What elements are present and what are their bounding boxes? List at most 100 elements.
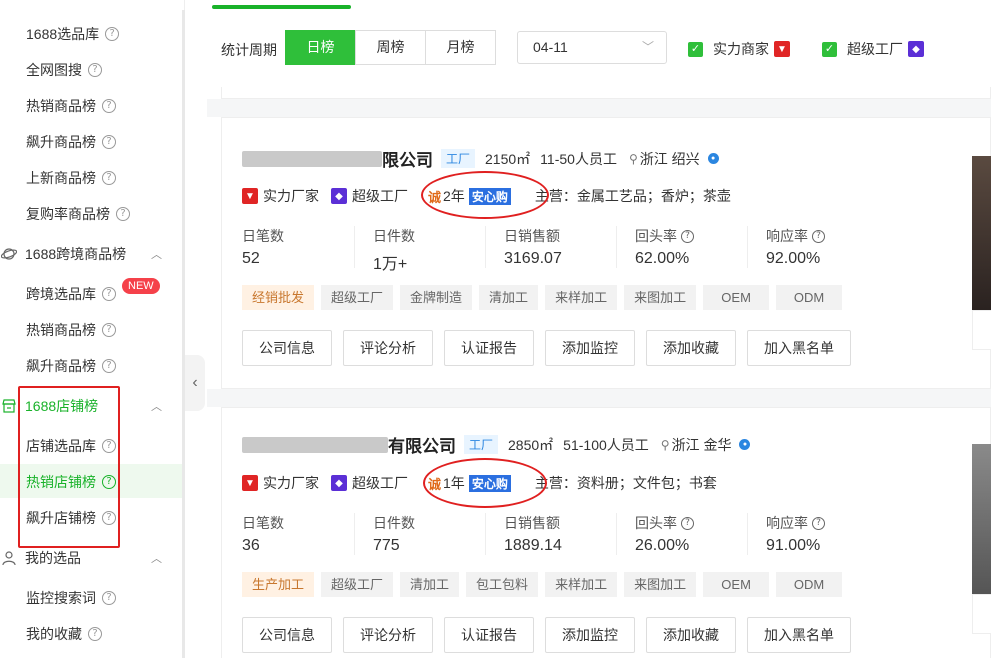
service-tag: 来样加工 — [545, 572, 618, 597]
service-tag: ODM — [776, 285, 843, 310]
stat-value: 1万+ — [373, 256, 408, 273]
sidebar-group-cross-border[interactable]: 1688跨境商品榜 ︿ — [0, 244, 180, 264]
sidebar-item-hot-products[interactable]: 热销商品榜? — [26, 96, 116, 116]
stat-label: 日笔数 — [242, 228, 284, 244]
help-icon[interactable]: ? — [102, 359, 116, 373]
action-row: 公司信息 评论分析 认证报告 添加监控 添加收藏 加入黑名单 — [242, 330, 862, 366]
stat-daily-items: 日件数 775 — [373, 513, 486, 555]
add-favorite-button[interactable]: 添加收藏 — [646, 330, 736, 366]
help-icon[interactable]: ? — [812, 516, 825, 530]
strong-merchant-checkbox[interactable]: ✓ 实力商家 ▼ — [688, 39, 790, 59]
help-icon[interactable]: ? — [681, 229, 694, 243]
add-blacklist-button[interactable]: 加入黑名单 — [747, 330, 851, 366]
service-tag: 包工包料 — [466, 572, 539, 597]
super-factory-badge: 超级工厂 — [352, 475, 408, 491]
help-icon[interactable]: ? — [812, 229, 825, 243]
sidebar-item-label: 监控搜索词 — [26, 590, 96, 606]
strong-merchant-badge: 实力厂家 — [263, 188, 319, 204]
product-thumbnail[interactable] — [972, 156, 991, 310]
help-icon[interactable]: ? — [116, 207, 130, 221]
add-monitor-button[interactable]: 添加监控 — [545, 617, 635, 653]
stat-value: 91.00% — [766, 537, 821, 554]
sidebar-item-cross-hot[interactable]: 热销商品榜? — [26, 320, 116, 340]
period-monthly-button[interactable]: 月榜 — [425, 30, 496, 65]
period-weekly-button[interactable]: 周榜 — [355, 30, 426, 65]
service-tag: 经销批发 — [242, 285, 315, 310]
help-icon[interactable]: ? — [88, 63, 102, 77]
stats-row: 日笔数 36 日件数 775 日销售额 1889.14 回头率? 26.00% 响应率?… — [242, 513, 897, 555]
stat-response-rate: 响应率? 91.00% — [766, 513, 879, 555]
sidebar-item-repurchase-products[interactable]: 复购率商品榜? — [26, 204, 130, 224]
strong-merchant-icon: ▼ — [242, 188, 258, 204]
review-analysis-button[interactable]: 评论分析 — [343, 617, 433, 653]
section-gap — [207, 389, 991, 407]
certification-report-button[interactable]: 认证报告 — [444, 617, 534, 653]
sidebar-item-new-products[interactable]: 上新商品榜? — [26, 168, 116, 188]
sidebar-group-label: 我的选品 — [25, 550, 81, 566]
sidebar-item-my-favorites[interactable]: 我的收藏? — [26, 624, 102, 644]
sidebar-item-label: 上新商品榜 — [26, 170, 96, 186]
help-icon[interactable]: ? — [102, 99, 116, 113]
add-blacklist-button[interactable]: 加入黑名单 — [747, 617, 851, 653]
help-icon[interactable]: ? — [88, 627, 102, 641]
service-tag: 清加工 — [400, 572, 460, 597]
help-icon[interactable]: ? — [102, 171, 116, 185]
help-icon[interactable]: ? — [102, 591, 116, 605]
review-analysis-button[interactable]: 评论分析 — [343, 330, 433, 366]
store-icon — [2, 399, 16, 413]
sidebar-item-label: 飙升商品榜 — [26, 358, 96, 374]
super-factory-icon: ◆ — [331, 475, 347, 491]
help-icon[interactable]: ? — [102, 323, 116, 337]
sidebar-item-image-search[interactable]: 全网图搜? — [26, 60, 102, 80]
sidebar-group-my-selection[interactable]: 我的选品 ︿ — [0, 548, 180, 568]
super-factory-checkbox[interactable]: ✓ 超级工厂 ◆ — [822, 39, 924, 59]
sidebar-item-cross-rising[interactable]: 飙升商品榜? — [26, 356, 116, 376]
super-factory-badge: 超级工厂 — [352, 188, 408, 204]
sidebar-scrollbar[interactable] — [182, 10, 185, 658]
sidebar-item-cross-library[interactable]: 跨境选品库? — [26, 284, 116, 304]
stat-value: 26.00% — [635, 537, 690, 554]
service-tag: 来图加工 — [624, 572, 697, 597]
period-daily-button[interactable]: 日榜 — [285, 30, 356, 65]
date-value: 04-11 — [533, 39, 568, 55]
stat-response-rate: 响应率? 92.00% — [766, 226, 879, 268]
strong-merchant-icon: ▼ — [774, 41, 790, 57]
active-tab-indicator — [212, 5, 351, 9]
collapse-sidebar-button[interactable]: ‹ — [185, 355, 205, 411]
sidebar-item-1688-library[interactable]: 1688选品库? — [26, 24, 120, 44]
help-icon[interactable]: ? — [105, 27, 120, 41]
shop-title-row: 有限公司 工厂 2850㎡ 51-100人员工 ⚲ 浙江 金华 ● — [242, 432, 751, 457]
chat-icon[interactable]: ● — [739, 439, 751, 450]
company-name[interactable]: 有限公司 — [388, 432, 456, 457]
add-favorite-button[interactable]: 添加收藏 — [646, 617, 736, 653]
filter-divider — [221, 87, 991, 99]
help-icon[interactable]: ? — [102, 135, 116, 149]
help-icon[interactable]: ? — [102, 287, 116, 301]
service-tag: 清加工 — [479, 285, 539, 310]
stat-value: 775 — [373, 537, 400, 554]
certification-report-button[interactable]: 认证报告 — [444, 330, 534, 366]
company-name[interactable]: 限公司 — [382, 146, 433, 171]
sidebar-item-label: 全网图搜 — [26, 62, 82, 78]
product-thumbnail[interactable] — [972, 444, 991, 594]
company-info-button[interactable]: 公司信息 — [242, 330, 332, 366]
new-badge: NEW — [122, 278, 160, 294]
stat-label: 回头率 — [635, 515, 677, 531]
stat-label: 日笔数 — [242, 515, 284, 531]
chat-icon[interactable]: ● — [707, 153, 719, 164]
stat-label: 日销售额 — [504, 515, 560, 531]
sidebar: 1688选品库? 全网图搜? 热销商品榜? 飙升商品榜? 上新商品榜? 复购率商… — [0, 0, 185, 658]
date-select[interactable]: 04-11 ﹀ — [517, 31, 667, 64]
help-icon[interactable]: ? — [681, 516, 694, 530]
annotation-ellipse — [421, 171, 549, 219]
sidebar-item-rising-products[interactable]: 飙升商品榜? — [26, 132, 116, 152]
sidebar-group-label: 1688跨境商品榜 — [25, 246, 127, 262]
add-monitor-button[interactable]: 添加监控 — [545, 330, 635, 366]
company-info-button[interactable]: 公司信息 — [242, 617, 332, 653]
sidebar-item-label: 热销商品榜 — [26, 322, 96, 338]
checkbox-label: 超级工厂 — [847, 41, 903, 57]
product-thumbnail-footer — [972, 310, 991, 350]
main-business: 主营：资料册；文件包；书套 — [534, 475, 717, 491]
stat-value: 36 — [242, 537, 260, 554]
sidebar-item-monitor-keywords[interactable]: 监控搜索词? — [26, 588, 116, 608]
